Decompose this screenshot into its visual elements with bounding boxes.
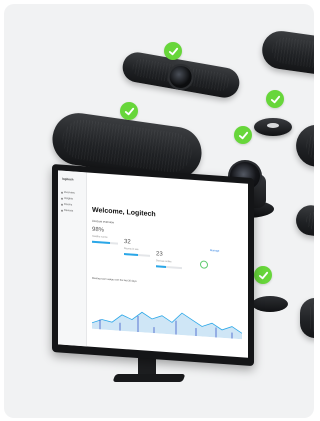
- table-hub-puck: [254, 118, 292, 136]
- stat-healthy-value: 98%: [92, 226, 105, 234]
- sidebar-item-overview[interactable]: Overview: [61, 191, 81, 195]
- product-showcase-card: logitech Overview Insights Rooms Devices…: [4, 4, 314, 418]
- speaker-bar-right-lower: [294, 203, 314, 239]
- check-icon: [120, 102, 138, 120]
- dashboard-main: Welcome, Logitech Account overview 98% H…: [88, 173, 248, 358]
- table-hub-puck-lower: [252, 296, 288, 312]
- monitor-foot: [112, 374, 186, 382]
- conference-camera-bar: [120, 49, 242, 101]
- stat-healthy-caption: Healthy rooms: [92, 234, 108, 239]
- monitor: logitech Overview Insights Rooms Devices…: [52, 164, 254, 382]
- video-bar-top-right: [259, 28, 314, 78]
- dashboard-screen: logitech Overview Insights Rooms Devices…: [58, 170, 248, 358]
- check-icon: [234, 126, 252, 144]
- sidebar-item-rooms[interactable]: Rooms: [61, 203, 81, 207]
- stat-devices-value: 23: [156, 251, 163, 258]
- progress-bar: [156, 265, 182, 269]
- sidebar-brand: logitech: [62, 176, 74, 182]
- stat-devices-caption: Devices online: [156, 259, 172, 264]
- speaker-bar-right-edge: [293, 122, 314, 172]
- check-icon: [254, 266, 272, 284]
- status-ring-icon: [200, 260, 208, 269]
- check-icon: [266, 90, 284, 108]
- sidebar-item-devices[interactable]: Devices: [61, 209, 81, 213]
- usage-section-label: Meeting room usage over the last 30 days: [92, 276, 137, 283]
- account-overview-label: Account overview: [92, 218, 114, 225]
- stat-rooms-value: 32: [124, 239, 131, 246]
- check-icon: [164, 42, 182, 60]
- progress-bar: [124, 253, 150, 257]
- dashboard-sidebar: logitech Overview Insights Rooms Devices: [58, 170, 87, 347]
- manage-link[interactable]: Manage: [210, 249, 219, 253]
- stat-rooms-caption: Rooms in use: [124, 247, 139, 252]
- monitor-bezel: logitech Overview Insights Rooms Devices…: [52, 164, 254, 367]
- sidebar-item-insights[interactable]: Insights: [61, 197, 81, 201]
- page-title: Welcome, Logitech: [92, 206, 156, 219]
- usage-chart: [92, 311, 242, 340]
- speaker-bar-right-bottom: [300, 298, 314, 338]
- progress-bar: [92, 240, 118, 245]
